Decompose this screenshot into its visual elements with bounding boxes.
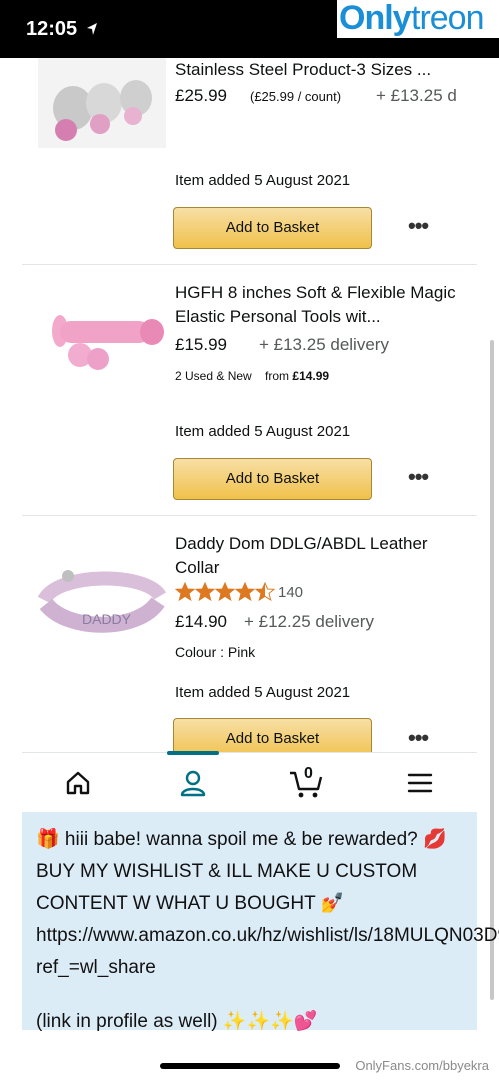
item-added-date: Item added 5 August 2021 [175,172,351,189]
more-options-button[interactable]: ••• [408,215,438,240]
product-price: £25.99 [175,86,227,105]
product-title[interactable]: Daddy Dom DDLG/ABDL Leather Collar [175,532,475,580]
wishlist-item[interactable]: DADDY Daddy Dom DDLG/ABDL Leather Collar… [22,516,477,752]
location-arrow-icon [87,23,97,35]
account-icon[interactable] [179,769,207,797]
home-indicator[interactable] [160,1063,340,1069]
product-price: £14.90 [175,612,227,631]
used-new-label[interactable]: 2 Used & New [175,369,252,383]
wishlist-item[interactable]: HGFH 8 inches Soft & Flexible Magic Elas… [22,265,477,515]
scrollbar[interactable] [490,340,494,1000]
wishlist-item[interactable]: Stainless Steel Product-3 Sizes ... £25.… [22,58,477,263]
menu-icon[interactable] [406,769,434,797]
delivery-price: + £13.25 delivery [259,335,389,354]
colour-label: Colour : Pink [175,644,256,660]
more-options-button[interactable]: ••• [408,466,438,491]
post-caption: 🎁 hiii babe! wanna spoil me & be rewarde… [22,812,499,1032]
product-image [38,283,166,393]
cart-count: 0 [304,765,313,782]
add-to-basket-button[interactable]: Add to Basket [173,458,372,500]
add-to-basket-button[interactable]: Add to Basket [173,207,372,249]
used-new-offers[interactable]: 2 Used & New from £14.99 [175,369,329,383]
add-to-basket-button[interactable]: Add to Basket [173,718,372,752]
home-icon[interactable] [64,769,92,797]
product-title[interactable]: HGFH 8 inches Soft & Flexible Magic Elas… [175,281,475,329]
status-time: 12:05 [26,18,78,40]
item-added-date: Item added 5 August 2021 [175,423,351,440]
product-price: £15.99 [175,335,227,354]
active-tab-indicator [167,751,219,755]
rating-stars [175,582,275,602]
product-image [38,58,166,148]
svg-text:DADDY: DADDY [82,611,132,627]
rating-count[interactable]: 140 [278,584,303,601]
logo-text-2: treon [411,0,484,37]
more-options-button[interactable]: ••• [408,727,438,752]
caption-text: 🎁 hiii babe! wanna spoil me & be rewarde… [36,829,499,978]
item-added-date: Item added 5 August 2021 [175,684,351,701]
product-title[interactable]: Stainless Steel Product-3 Sizes ... [175,58,475,82]
delivery-price: + £12.25 delivery [244,612,374,631]
from-price: £14.99 [292,369,330,383]
watermark-text: OnlyFans.com/bbyekra [355,1058,489,1073]
cart-button[interactable]: 0 [288,765,324,801]
screen: { "status_bar": { "time": "12:05", "bran… [0,0,499,1080]
logo-text-1: Only [339,0,412,37]
caption-footer: (link in profile as well) ✨✨✨💕 [36,1011,318,1032]
watermark-logo: Only treon [337,0,499,38]
product-image: DADDY [38,542,166,652]
unit-price: (£25.99 / count) [250,89,342,104]
from-label: from [265,369,290,383]
delivery-price: + £13.25 d [376,86,457,105]
bottom-navigation: 0 [22,751,477,812]
status-bar: 12:05 Only treon [0,0,499,58]
